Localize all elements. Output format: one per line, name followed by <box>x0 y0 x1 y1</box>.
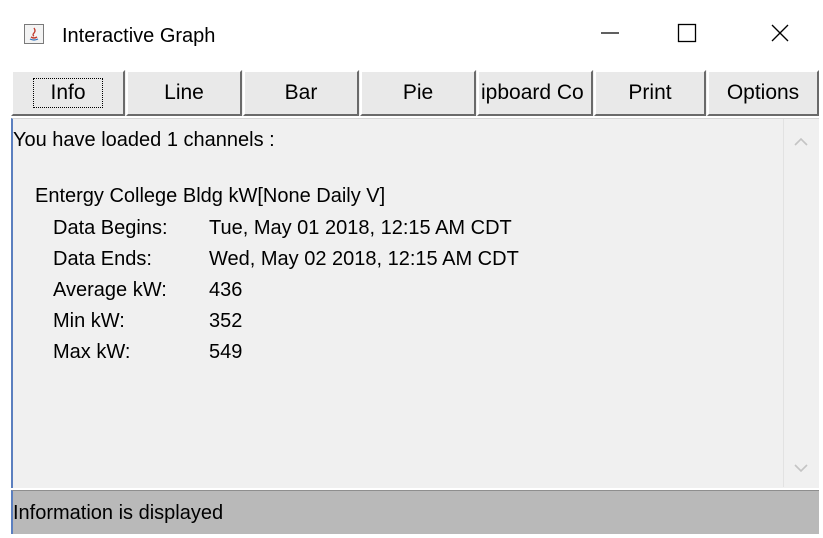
data-ends-value: Wed, May 02 2018, 12:15 AM CDT <box>209 248 519 270</box>
print-button[interactable]: Print <box>594 70 706 116</box>
bar-button[interactable]: Bar <box>243 70 359 116</box>
options-button[interactable]: Options <box>707 70 819 116</box>
title-bar[interactable]: Interactive Graph <box>0 0 823 66</box>
status-message: Information is displayed <box>13 502 224 524</box>
info-text-area[interactable]: You have loaded 1 channels : Entergy Col… <box>13 119 783 487</box>
data-begins-value: Tue, May 01 2018, 12:15 AM CDT <box>209 217 512 239</box>
data-begins-label: Data Begins: <box>53 217 168 239</box>
max-kw-value: 549 <box>209 341 243 363</box>
pie-button[interactable]: Pie <box>360 70 476 116</box>
java-app-icon[interactable] <box>24 24 44 44</box>
maximize-button[interactable] <box>652 0 722 66</box>
info-button[interactable]: Info <box>11 70 125 116</box>
vertical-scrollbar[interactable] <box>783 119 819 487</box>
close-icon <box>771 24 789 42</box>
clipboard-copy-button[interactable]: ipboard Co <box>477 70 593 116</box>
scroll-down-icon[interactable] <box>792 459 810 477</box>
close-button[interactable] <box>745 0 815 66</box>
info-panel[interactable]: You have loaded 1 channels : Entergy Col… <box>11 118 819 488</box>
channels-loaded-header: You have loaded 1 channels : <box>13 129 275 151</box>
average-kw-label: Average kW: <box>53 279 167 301</box>
maximize-icon <box>677 23 697 43</box>
minimize-button[interactable] <box>575 0 645 66</box>
min-kw-label: Min kW: <box>53 310 125 332</box>
scroll-up-icon[interactable] <box>792 133 810 151</box>
interactive-graph-window: Interactive Graph Info Line Bar Pie ipbo… <box>0 0 823 538</box>
status-bar: Information is displayed <box>11 490 819 534</box>
average-kw-value: 436 <box>209 279 243 301</box>
window-title: Interactive Graph <box>62 25 216 47</box>
line-button[interactable]: Line <box>126 70 242 116</box>
data-ends-label: Data Ends: <box>53 248 152 270</box>
minimize-icon <box>601 32 619 34</box>
channel-name: Entergy College Bldg kW[None Daily V] <box>35 185 386 207</box>
graph-toolbar: Info Line Bar Pie ipboard Co Print Optio… <box>11 70 819 116</box>
min-kw-value: 352 <box>209 310 243 332</box>
max-kw-label: Max kW: <box>53 341 131 363</box>
